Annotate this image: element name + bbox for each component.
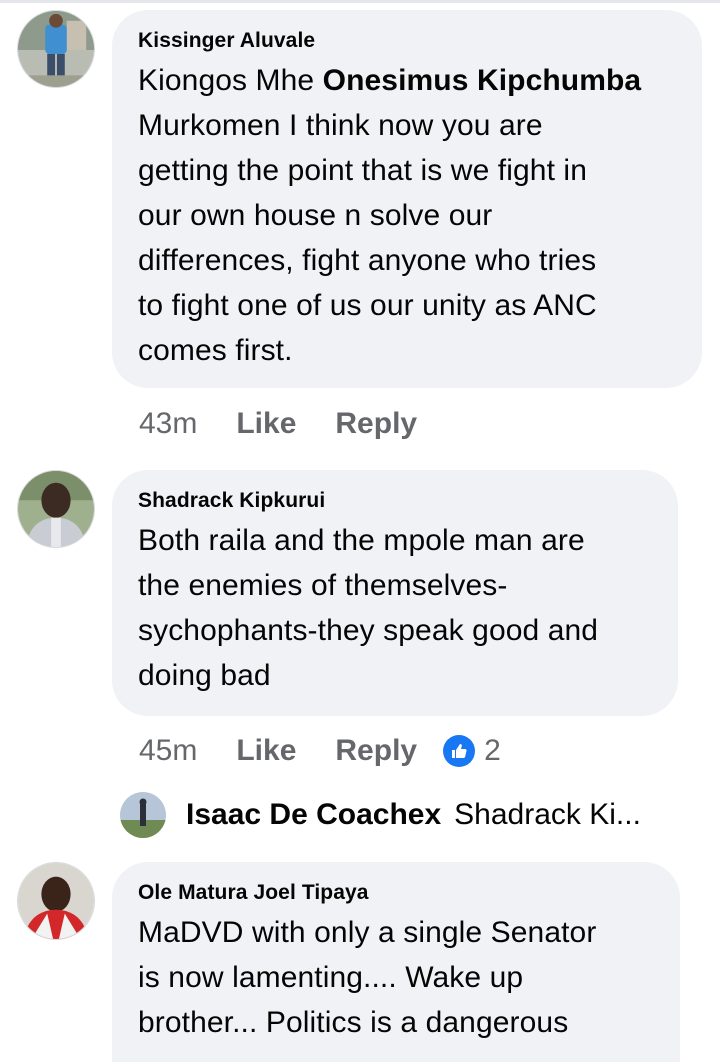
- reply-preview[interactable]: Isaac De Coachex Shadrack Ki...: [120, 792, 641, 838]
- comment-text-line: Murkomen I think now you are: [138, 109, 543, 142]
- comment-bubble: Shadrack Kipkurui Both raila and the mpo…: [112, 470, 678, 716]
- comment-text-line: Kiongos Mhe: [138, 64, 323, 97]
- avatar-photo-icon: [120, 792, 166, 838]
- comment-bubble: Kissinger Aluvale Kiongos Mhe Onesimus K…: [112, 10, 702, 388]
- comment-text: Kiongos Mhe Onesimus Kipchumba Murkomen …: [138, 58, 676, 373]
- comment-author[interactable]: Kissinger Aluvale: [138, 28, 676, 54]
- avatar-photo-icon: [18, 11, 94, 87]
- reply-button[interactable]: Reply: [335, 734, 417, 768]
- comment-text-line: brother... Politics is a dangerous: [138, 1006, 569, 1039]
- comment-text: MaDVD with only a single Senator is now …: [138, 910, 654, 1045]
- comment-meta: 43m Like Reply: [139, 404, 456, 444]
- reaction-count: 2: [484, 734, 501, 767]
- avatar-photo-icon: [18, 863, 94, 939]
- mention-link[interactable]: Onesimus Kipchumba: [323, 64, 642, 97]
- comment-text-line: comes first.: [138, 334, 293, 367]
- reply-snippet: Shadrack Ki...: [454, 798, 641, 831]
- comment-text-line: sychophants-they speak good and: [138, 614, 599, 647]
- comment-text-line: MaDVD with only a single Senator: [138, 916, 597, 949]
- comment-text-line: doing bad: [138, 659, 271, 692]
- avatar[interactable]: [17, 470, 95, 548]
- comment-bubble: Ole Matura Joel Tipaya MaDVD with only a…: [112, 862, 680, 1062]
- thumbs-up-icon: [443, 735, 476, 767]
- like-button[interactable]: Like: [236, 407, 296, 441]
- reply-button[interactable]: Reply: [335, 407, 417, 441]
- comment-meta: 45m Like Reply 2: [139, 731, 501, 771]
- comment-text-line: our own house n solve our: [138, 199, 493, 232]
- comment-text-line: differences, fight anyone who tries: [138, 244, 597, 277]
- avatar[interactable]: [17, 10, 95, 88]
- avatar[interactable]: [17, 862, 95, 940]
- comment-text-line: getting the point that is we fight in: [138, 154, 587, 187]
- comment-text-line: to fight one of us our unity as ANC: [138, 289, 597, 322]
- like-button[interactable]: Like: [236, 734, 296, 768]
- top-divider: [0, 0, 720, 3]
- comment-text: Both raila and the mpole man are the ene…: [138, 518, 652, 698]
- avatar-photo-icon: [18, 471, 94, 547]
- reply-author[interactable]: Isaac De Coachex: [186, 798, 441, 832]
- reaction-summary[interactable]: 2: [443, 734, 501, 768]
- comment-text-line: the enemies of themselves-: [138, 569, 508, 602]
- comment-timestamp[interactable]: 43m: [139, 407, 197, 441]
- comment-author[interactable]: Ole Matura Joel Tipaya: [138, 880, 654, 906]
- comment-author[interactable]: Shadrack Kipkurui: [138, 488, 652, 514]
- avatar[interactable]: [120, 792, 166, 838]
- comment-text-line: Both raila and the mpole man are: [138, 524, 585, 557]
- comment-timestamp[interactable]: 45m: [139, 734, 197, 768]
- comment-text-line: is now lamenting.... Wake up: [138, 961, 524, 994]
